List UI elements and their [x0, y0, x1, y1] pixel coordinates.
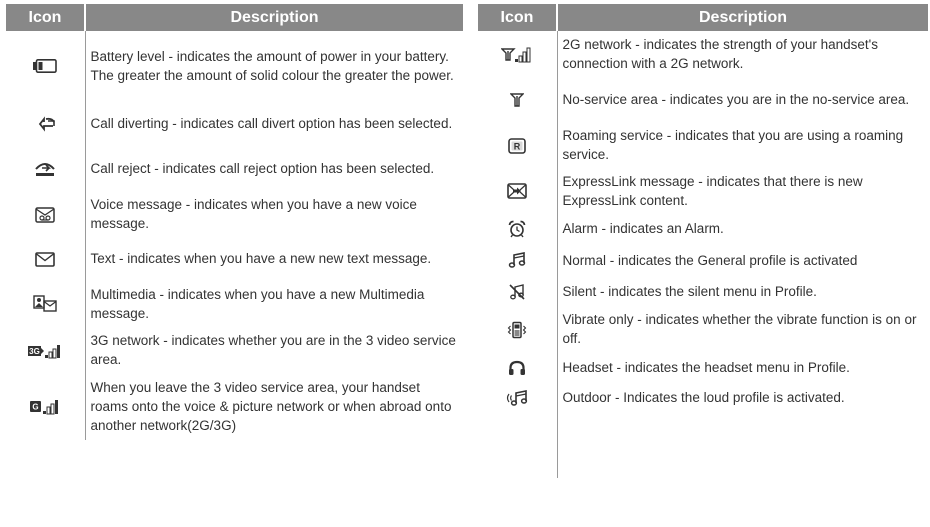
row-description: Vibrate only - indicates whether the vib… — [562, 312, 917, 346]
expresslink-icon — [507, 183, 528, 200]
table-header-row: Icon Description — [6, 4, 463, 31]
table-row: Battery level - indicates the amount of … — [6, 31, 463, 100]
no-service-icon — [510, 93, 525, 108]
svg-text:G: G — [33, 403, 39, 412]
icon-table-right: Icon Description 2G network - indicates … — [478, 4, 928, 478]
icon-column-header: Icon — [478, 4, 558, 31]
row-description: Battery level - indicates the amount of … — [90, 48, 454, 83]
text-message-icon — [35, 252, 56, 267]
roaming-service-icon: R — [508, 138, 527, 154]
table-row: Normal - indicates the General profile i… — [478, 244, 928, 276]
row-description: Alarm - indicates an Alarm. — [562, 221, 724, 236]
voice-message-icon — [35, 207, 55, 223]
table-row: G When you leave the 3 video service are… — [6, 373, 463, 440]
row-description: Call diverting - indicates call divert o… — [90, 115, 453, 131]
alarm-icon — [508, 220, 526, 238]
row-description: Text - indicates when you have a new new… — [90, 251, 432, 266]
row-description: Outdoor - Indicates the loud profile is … — [562, 389, 845, 405]
normal-profile-icon — [509, 252, 526, 269]
table-row: Voice message - indicates when you have … — [6, 191, 463, 237]
svg-text:R: R — [514, 141, 521, 151]
row-description: 3G network - indicates whether you are i… — [90, 333, 456, 367]
svg-text:3G: 3G — [29, 347, 40, 356]
row-description: Headset - indicates the headset menu in … — [562, 359, 850, 375]
row-description: Normal - indicates the General profile i… — [562, 252, 858, 268]
table-row: Call diverting - indicates call divert o… — [6, 100, 463, 146]
table-row: Outdoor - Indicates the loud profile is … — [478, 382, 928, 412]
battery-icon — [33, 59, 58, 74]
row-description: Silent - indicates the silent menu in Pr… — [562, 283, 817, 299]
table-row: R Roaming service - indicates that you a… — [478, 122, 928, 168]
table-row: Multimedia - indicates when you have a n… — [6, 280, 463, 327]
table-row: Call reject - indicates call reject opti… — [6, 146, 463, 191]
table-row — [478, 412, 928, 478]
icon-column-header: Icon — [6, 4, 86, 31]
table-row: 2G network - indicates the strength of y… — [478, 31, 928, 77]
silent-icon — [509, 283, 525, 300]
table-row: Alarm - indicates an Alarm. — [478, 213, 928, 244]
3g-network-icon: 3G — [28, 344, 61, 359]
description-column-header: Description — [557, 4, 928, 31]
row-description: 2G network - indicates the strength of y… — [562, 37, 879, 71]
table-row: Headset - indicates the headset menu in … — [478, 352, 928, 382]
row-description: No-service area - indicates you are in t… — [562, 92, 910, 107]
table-row: ExpressLink message - indicates that the… — [478, 168, 928, 213]
table-row: No-service area - indicates you are in t… — [478, 77, 928, 122]
icon-table-left: Icon Description Battery level - indicat… — [6, 4, 463, 440]
call-reject-icon — [35, 163, 55, 177]
row-description: Multimedia - indicates when you have a n… — [90, 286, 425, 321]
call-divert-icon — [39, 116, 56, 132]
table-header-row: Icon Description — [478, 4, 928, 31]
row-description: Roaming service - indicates that you are… — [562, 128, 904, 162]
2g-network-icon — [501, 47, 531, 63]
row-description: Voice message - indicates when you have … — [90, 197, 417, 231]
row-description: Call reject - indicates call reject opti… — [90, 161, 435, 176]
row-description: ExpressLink message - indicates that the… — [562, 173, 863, 208]
roaming-network-icon: G — [30, 400, 59, 415]
table-row: Silent - indicates the silent menu in Pr… — [478, 276, 928, 306]
outdoor-profile-icon — [507, 389, 528, 406]
row-description: When you leave the 3 video service area,… — [90, 380, 452, 433]
multimedia-message-icon — [33, 295, 57, 312]
vibrate-icon — [507, 321, 527, 338]
table-row: 3G 3G network - indicates whether you ar… — [6, 327, 463, 373]
table-row: Text - indicates when you have a new new… — [6, 237, 463, 280]
table-row: Vibrate only - indicates whether the vib… — [478, 306, 928, 352]
headset-icon — [509, 360, 526, 375]
description-column-header: Description — [85, 4, 463, 31]
